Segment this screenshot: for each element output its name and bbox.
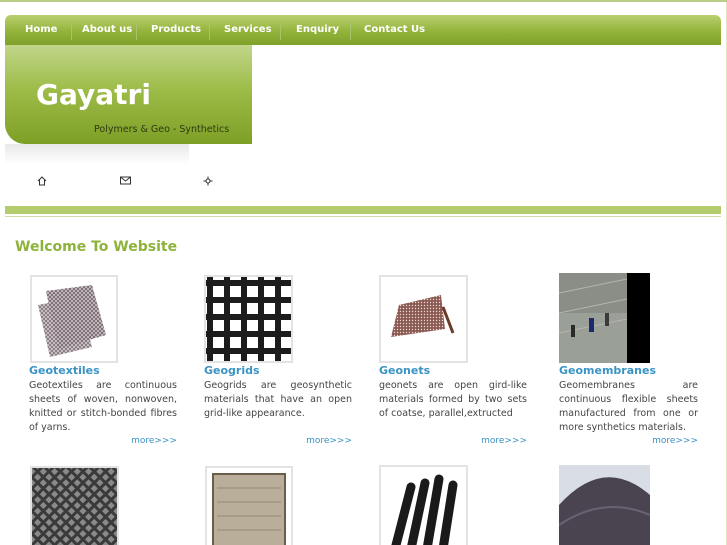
more-link[interactable]: more>>> [131, 436, 177, 446]
product-card-geonets: Geonets geonets are open gird-like mater… [379, 275, 527, 455]
product-title[interactable]: Geomembranes [559, 364, 656, 377]
more-link[interactable]: more>>> [306, 436, 352, 446]
header-divider-line [5, 216, 721, 217]
nav-separator [136, 21, 137, 40]
nav-separator [71, 21, 72, 40]
product-image-row2-2[interactable] [205, 466, 293, 545]
more-link[interactable]: more>>> [652, 436, 698, 446]
nav-separator [350, 21, 351, 40]
geomembranes-image[interactable] [559, 273, 650, 363]
product-card-geogrids: Geogrids Geogrids are geosynthetic mater… [204, 275, 352, 455]
nav-services[interactable]: Services [224, 15, 272, 45]
top-border [0, 0, 727, 2]
welcome-heading: Welcome To Website [15, 239, 178, 255]
geogrids-image[interactable] [204, 275, 293, 363]
more-link[interactable]: more>>> [481, 436, 527, 446]
nav-about-us[interactable]: About us [82, 15, 132, 45]
nav-separator [209, 21, 210, 40]
product-image-row2-4[interactable] [559, 465, 650, 545]
header-divider [5, 206, 721, 214]
mail-icon[interactable] [120, 176, 131, 186]
site-logo[interactable]: Gayatri Polymers & Geo - Synthetics [5, 45, 252, 144]
product-description: Geomembranes are continuous flexible she… [559, 380, 698, 433]
nav-home[interactable]: Home [25, 15, 57, 45]
nav-contact-us[interactable]: Contact Us [364, 15, 425, 45]
product-description: geonets are open gird-like materials for… [379, 380, 527, 419]
product-description: Geotextiles are continuous sheets of wov… [29, 380, 177, 433]
nav-products[interactable]: Products [151, 15, 201, 45]
logo-title: Gayatri [36, 78, 151, 111]
logo-subtitle: Polymers & Geo - Synthetics [94, 124, 230, 135]
product-card-geotextiles: Geotextiles Geotextiles are continuous s… [29, 275, 177, 455]
product-title[interactable]: Geotextiles [29, 364, 100, 377]
home-icon[interactable] [37, 176, 47, 186]
product-title[interactable]: Geonets [379, 364, 430, 377]
nav-separator [280, 21, 281, 40]
nav-enquiry[interactable]: Enquiry [296, 15, 339, 45]
main-nav: Home About us Products Services Enquiry … [5, 15, 721, 45]
logo-reflection [5, 144, 189, 164]
product-title[interactable]: Geogrids [204, 364, 260, 377]
geotextiles-image[interactable] [30, 275, 118, 363]
product-image-row2-1[interactable] [30, 466, 119, 545]
product-image-row2-3[interactable] [379, 465, 468, 545]
product-card-geomembranes: Geomembranes Geomembranes are continuous… [559, 273, 698, 455]
sitemap-icon[interactable] [203, 176, 213, 186]
geonets-image[interactable] [379, 275, 468, 363]
product-description: Geogrids are geosynthetic materials that… [204, 380, 352, 419]
